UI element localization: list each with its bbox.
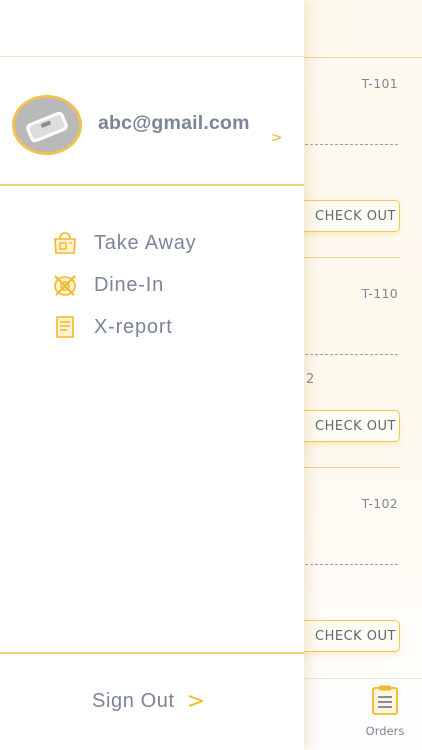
menu-item-x-report[interactable]: X-report: [0, 306, 304, 348]
menu-item-label: Dine-In: [94, 273, 165, 296]
side-drawer: abc@gmail.com > Take Away Dine-In X-repo…: [0, 0, 304, 750]
table-number: T-110: [361, 286, 398, 301]
drawer-menu: Take Away Dine-In X-report: [0, 222, 304, 348]
menu-item-label: X-report: [94, 315, 173, 338]
report-document-icon: [52, 314, 78, 340]
sign-out-button[interactable]: Sign Out >: [92, 685, 205, 717]
menu-item-take-away[interactable]: Take Away: [0, 222, 304, 264]
sign-out-label: Sign Out: [92, 689, 175, 712]
scale-avatar-icon: [12, 95, 82, 155]
takeaway-bag-icon: [52, 230, 78, 256]
tab-orders[interactable]: Orders: [358, 684, 412, 740]
clipboard-list-icon: [370, 684, 400, 720]
user-email: abc@gmail.com: [98, 112, 250, 134]
footer-divider: [0, 652, 304, 654]
menu-item-dine-in[interactable]: Dine-In: [0, 264, 304, 306]
user-profile-header[interactable]: abc@gmail.com >: [0, 56, 304, 186]
chevron-right-icon: >: [271, 130, 283, 146]
dine-in-plate-icon: [52, 272, 78, 298]
tab-orders-label: Orders: [365, 724, 405, 738]
menu-item-label: Take Away: [94, 231, 197, 254]
item-quantity: 2: [306, 372, 315, 387]
chevron-right-icon: >: [186, 688, 206, 714]
table-number: T-102: [361, 496, 398, 511]
table-number: T-101: [361, 76, 398, 91]
